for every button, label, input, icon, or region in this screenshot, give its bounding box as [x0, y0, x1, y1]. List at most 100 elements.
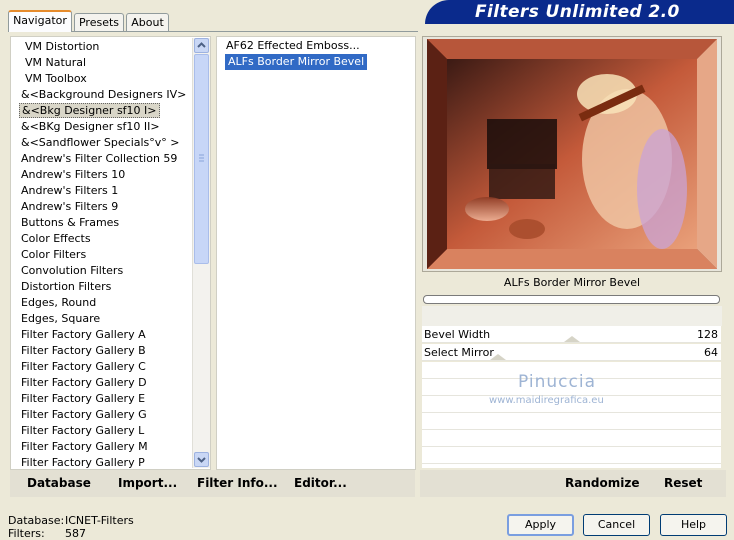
- right-toolbar: Randomize Reset: [420, 470, 726, 497]
- preview-caption: ALFs Border Mirror Bevel: [422, 272, 722, 294]
- category-item-label: Andrew's Filters 1: [21, 184, 119, 197]
- banner-title: Filters Unlimited 2.0: [425, 0, 734, 24]
- category-item-label: &<BKg Designer sf10 II>: [21, 120, 160, 133]
- spacer-bar: [422, 306, 722, 326]
- status-filters: Filters: 587: [8, 527, 86, 540]
- left-toolbar: Database Import... Filter Info... Editor…: [10, 470, 415, 497]
- scroll-thumb[interactable]: [194, 54, 209, 264]
- category-item-label: Convolution Filters: [21, 264, 124, 277]
- status-database: Database: ICNET-Filters: [8, 514, 134, 527]
- category-item[interactable]: Filter Factory Gallery A: [19, 327, 148, 343]
- category-item[interactable]: Andrew's Filters 10: [19, 167, 127, 183]
- param-row-select-mirror[interactable]: Select Mirror 64: [422, 344, 721, 361]
- category-item-label: Filter Factory Gallery B: [21, 344, 146, 357]
- category-item[interactable]: Edges, Round: [19, 295, 98, 311]
- slider-marker-icon[interactable]: [564, 336, 580, 342]
- filter-item[interactable]: AF62 Effected Emboss...: [226, 38, 360, 54]
- category-item[interactable]: Andrew's Filters 1: [19, 183, 120, 199]
- database-button[interactable]: Database: [27, 476, 91, 490]
- category-item[interactable]: Convolution Filters: [19, 263, 125, 279]
- param-value: 128: [697, 328, 718, 341]
- scroll-down-button[interactable]: [194, 452, 209, 467]
- import-button[interactable]: Import...: [118, 476, 177, 490]
- progress-bar: [423, 295, 720, 304]
- category-item-label: Filter Factory Gallery P: [21, 456, 145, 469]
- category-item-label: Distortion Filters: [21, 280, 112, 293]
- param-label: Bevel Width: [424, 328, 491, 341]
- cancel-button[interactable]: Cancel: [583, 514, 650, 536]
- category-item-label: Andrew's Filters 9: [21, 200, 119, 213]
- category-item-label: Filter Factory Gallery E: [21, 392, 146, 405]
- category-item-label: Edges, Round: [21, 296, 97, 309]
- category-item[interactable]: VM Distortion: [23, 39, 101, 55]
- filter-item-selected[interactable]: ALFs Border Mirror Bevel: [225, 54, 368, 70]
- category-item[interactable]: Filter Factory Gallery C: [19, 359, 148, 375]
- param-label: Select Mirror: [424, 346, 494, 359]
- category-item-label: Color Filters: [21, 248, 87, 261]
- param-row-bevel-width[interactable]: Bevel Width 128: [422, 326, 721, 343]
- tab-presets[interactable]: Presets: [74, 13, 124, 31]
- category-item-label: VM Toolbox: [25, 72, 87, 85]
- randomize-button[interactable]: Randomize: [565, 476, 639, 490]
- status-filters-value: 587: [65, 527, 86, 540]
- category-item[interactable]: &<BKg Designer sf10 II>: [19, 119, 162, 135]
- category-item[interactable]: &<Bkg Designer sf10 I>: [19, 103, 160, 119]
- preview-frame: [422, 36, 722, 272]
- category-item-label: Filter Factory Gallery M: [21, 440, 148, 453]
- category-item[interactable]: &<Sandflower Specials°v° >: [19, 135, 182, 151]
- tab-about[interactable]: About: [126, 13, 169, 31]
- category-item-label: Filter Factory Gallery L: [21, 424, 145, 437]
- category-item-label: Filter Factory Gallery A: [21, 328, 146, 341]
- category-item-label: Buttons & Frames: [21, 216, 120, 229]
- category-item[interactable]: Andrew's Filters 9: [19, 199, 120, 215]
- watermark-name: Pinuccia: [518, 372, 596, 392]
- category-item-label: VM Natural: [25, 56, 87, 69]
- category-item[interactable]: Color Filters: [19, 247, 88, 263]
- category-item[interactable]: Distortion Filters: [19, 279, 113, 295]
- category-list[interactable]: VM Distortion VM Natural VM Toolbox &<Backg…: [10, 36, 211, 470]
- category-item[interactable]: Filter Factory Gallery M: [19, 439, 150, 455]
- category-item[interactable]: Color Effects: [19, 231, 93, 247]
- chevron-up-icon: [197, 42, 206, 48]
- filter-info-button[interactable]: Filter Info...: [197, 476, 278, 490]
- category-item-label: &<Background Designers IV>: [21, 88, 187, 101]
- category-item[interactable]: Buttons & Frames: [19, 215, 121, 231]
- category-item-label: &<Sandflower Specials°v° >: [21, 136, 180, 149]
- apply-button[interactable]: Apply: [507, 514, 574, 536]
- category-item-label: Andrew's Filters 10: [21, 168, 126, 181]
- category-item-label: Edges, Square: [21, 312, 101, 325]
- filter-list[interactable]: [216, 36, 416, 470]
- status-filters-label: Filters:: [8, 527, 45, 540]
- category-item-label: VM Distortion: [25, 40, 100, 53]
- category-item-label: Color Effects: [21, 232, 91, 245]
- category-item[interactable]: Andrew's Filter Collection 59: [19, 151, 179, 167]
- category-item[interactable]: &<Background Designers IV>: [19, 87, 188, 103]
- preview-image: [427, 39, 717, 269]
- category-item[interactable]: VM Natural: [23, 55, 88, 71]
- chevron-down-icon: [197, 457, 206, 463]
- watermark-url: www.maidiregrafica.eu: [489, 395, 604, 406]
- grip-icon: [199, 154, 204, 162]
- tab-navigator[interactable]: Navigator: [8, 10, 72, 32]
- help-button[interactable]: Help: [660, 514, 727, 536]
- category-item-label: Filter Factory Gallery C: [21, 360, 146, 373]
- category-item[interactable]: VM Toolbox: [23, 71, 89, 87]
- category-item[interactable]: Filter Factory Gallery G: [19, 407, 149, 423]
- category-item[interactable]: Filter Factory Gallery B: [19, 343, 148, 359]
- category-item[interactable]: Filter Factory Gallery E: [19, 391, 147, 407]
- reset-button[interactable]: Reset: [664, 476, 702, 490]
- category-item[interactable]: Filter Factory Gallery L: [19, 423, 146, 439]
- slider-marker-icon[interactable]: [490, 354, 506, 360]
- category-item[interactable]: Filter Factory Gallery D: [19, 375, 149, 391]
- category-item-label: &<Bkg Designer sf10 I>: [19, 103, 160, 118]
- status-database-value: ICNET-Filters: [65, 514, 134, 527]
- param-value: 64: [704, 346, 718, 359]
- category-item-label: Andrew's Filter Collection 59: [21, 152, 178, 165]
- category-item-label: Filter Factory Gallery G: [21, 408, 147, 421]
- status-database-label: Database:: [8, 514, 65, 527]
- category-item[interactable]: Filter Factory Gallery P: [19, 455, 147, 471]
- editor-button[interactable]: Editor...: [294, 476, 347, 490]
- category-scrollbar[interactable]: [192, 38, 210, 468]
- scroll-up-button[interactable]: [194, 38, 209, 53]
- category-item[interactable]: Edges, Square: [19, 311, 102, 327]
